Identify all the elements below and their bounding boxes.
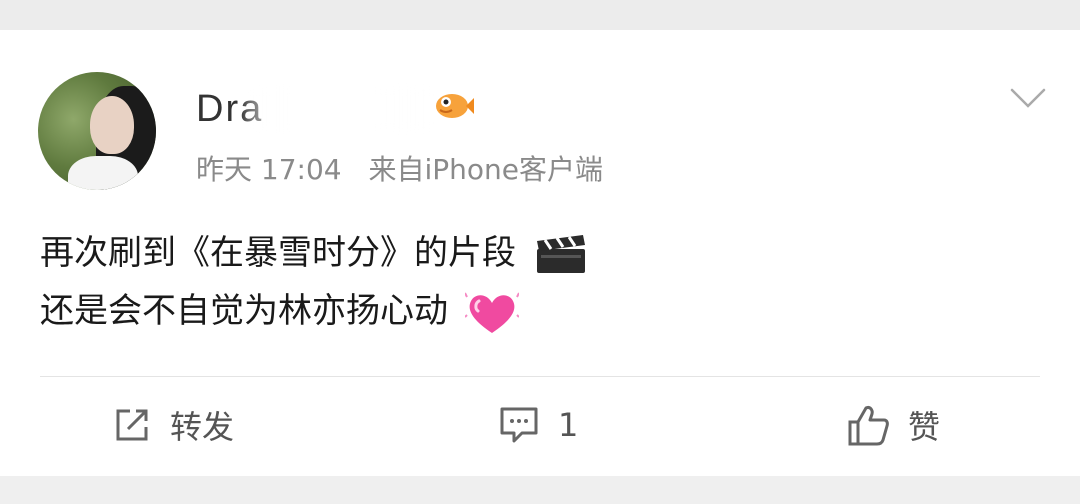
thumbs-up-icon [848, 406, 889, 446]
post-source: 来自iPhone客户端 [368, 153, 604, 186]
top-spacer [0, 0, 1080, 30]
comment-button[interactable]: 1 [498, 400, 578, 450]
post-content-line2: 还是会不自觉为林亦扬心动 [40, 282, 589, 340]
post-meta: 昨天 17:04 来自iPhone客户端 [196, 148, 621, 188]
fish-badge-icon [436, 94, 474, 118]
like-button[interactable]: 赞 [846, 400, 940, 450]
post-content-line1: 再次刷到《在暴雪时分》的片段 [40, 224, 589, 282]
share-icon [116, 409, 148, 441]
avatar[interactable] [38, 72, 156, 190]
comment-icon [500, 407, 538, 443]
beating-heart-icon [464, 292, 519, 333]
actions-divider [40, 376, 1040, 377]
post-text-line2: 还是会不自觉为林亦扬心动 [40, 291, 448, 331]
post-timestamp: 昨天 17:04 [196, 153, 342, 186]
post-text-line1: 再次刷到《在暴雪时分》的片段 [40, 233, 516, 273]
comment-count: 1 [558, 406, 579, 444]
username[interactable]: Dra [196, 86, 456, 136]
chevron-down-icon[interactable] [1010, 86, 1046, 110]
avatar-face [90, 96, 134, 154]
bottom-spacer [0, 476, 1080, 504]
post-content: 再次刷到《在暴雪时分》的片段 还是会不自觉为林亦扬心动 [40, 224, 589, 340]
clapper-board-icon [536, 234, 585, 273]
avatar-body [68, 156, 138, 190]
repost-label: 转发 [170, 408, 235, 446]
username-blur-mask [244, 86, 434, 132]
like-label: 赞 [908, 408, 941, 446]
repost-button[interactable]: 转发 [112, 400, 234, 450]
